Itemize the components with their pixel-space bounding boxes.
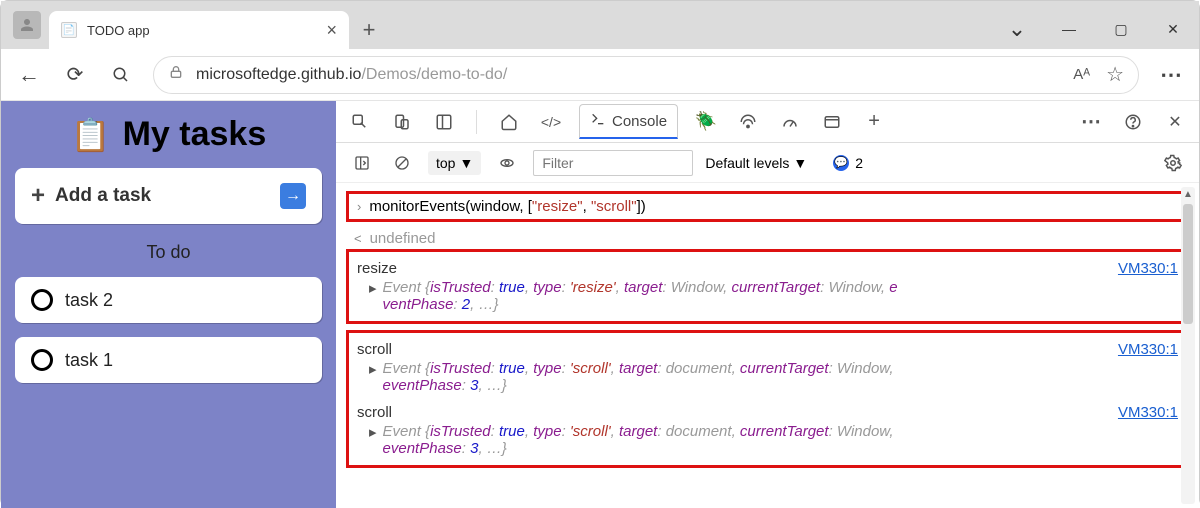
expand-icon[interactable]: ▸ [369,423,377,457]
device-toolbar-button[interactable] [388,108,416,136]
tab-favicon-icon: 📄 [61,22,77,38]
event-name: scroll [357,404,1178,421]
section-todo-label: To do [15,242,322,263]
task-row[interactable]: task 1 [15,337,322,383]
event-row: VM330:1 scroll ▸ Event {isTrusted: true,… [357,341,1178,394]
todo-app: 📋 My tasks + Add a task → To do task 2 t… [1,101,336,508]
event-detail[interactable]: ▸ Event {isTrusted: true, type: 'scroll'… [357,360,1178,394]
highlight-input: › monitorEvents(window, ["resize", "scro… [346,191,1189,222]
reload-button[interactable]: ⟳ [61,61,89,89]
event-detail[interactable]: ▸ Event {isTrusted: true, type: 'scroll'… [357,423,1178,457]
issue-dot-icon: 💬 [833,155,849,171]
url-box[interactable]: microsoftedge.github.io/Demos/demo-to-do… [153,56,1139,94]
expand-icon[interactable]: ▸ [369,279,377,313]
console-input-code: monitorEvents(window, ["resize", "scroll… [369,198,645,215]
tab-title: TODO app [87,23,316,38]
task-label: task 2 [65,290,113,311]
application-tab[interactable] [818,108,846,136]
devtools-panel: </> Console 🪲 + ⋯ ✕ top ▼ [336,101,1199,508]
add-task-submit-button[interactable]: → [280,183,306,209]
task-checkbox[interactable] [31,289,53,311]
console-scrollbar[interactable]: ▲ [1181,187,1195,504]
network-tab[interactable] [734,108,762,136]
maximize-button[interactable]: ▢ [1095,9,1147,49]
devtools-close-button[interactable]: ✕ [1161,108,1189,136]
chevron-down-icon: ▼ [793,155,807,171]
console-sidebar-toggle[interactable] [348,149,376,177]
console-result-row: < undefined [346,228,1189,249]
window-controls: ⌄ — ▢ ✕ [991,9,1199,49]
console-settings-button[interactable] [1159,149,1187,177]
dock-side-button[interactable] [430,108,458,136]
context-selector[interactable]: top ▼ [428,151,481,175]
console-icon [590,111,606,131]
back-button[interactable]: ← [15,61,43,89]
scroll-up-icon[interactable]: ▲ [1183,187,1193,202]
url-text: microsoftedge.github.io/Demos/demo-to-do… [196,66,507,84]
console-output: › monitorEvents(window, ["resize", "scro… [336,183,1199,508]
devtools-help-button[interactable] [1119,108,1147,136]
event-name: resize [357,260,1178,277]
favorite-button[interactable]: ☆ [1106,62,1124,87]
add-plus-icon: + [31,182,45,210]
devtools-tab-strip: </> Console 🪲 + ⋯ ✕ [336,101,1199,143]
more-button[interactable]: ⋯ [1157,61,1185,89]
chevron-down-icon: ▼ [459,155,473,171]
minimize-button[interactable]: — [1043,9,1095,49]
add-task-label: Add a task [55,185,151,207]
lock-icon [168,64,184,85]
profile-avatar[interactable] [13,11,41,39]
welcome-tab[interactable] [495,108,523,136]
issues-indicator[interactable]: 💬 2 [833,155,863,171]
console-tab-label: Console [612,113,667,130]
result-value: undefined [370,230,436,247]
task-row[interactable]: task 2 [15,277,322,323]
main-area: 📋 My tasks + Add a task → To do task 2 t… [1,101,1199,508]
tab-close-button[interactable]: × [326,20,337,41]
highlight-event-scrolls: VM330:1 scroll ▸ Event {isTrusted: true,… [346,330,1189,468]
task-label: task 1 [65,350,113,371]
clear-console-button[interactable] [388,149,416,177]
tabs-dropdown-button[interactable]: ⌄ [991,9,1043,49]
source-link[interactable]: VM330:1 [1118,404,1178,421]
console-tab[interactable]: Console [579,104,678,139]
new-tab-button[interactable]: + [349,11,389,49]
devtools-more-button[interactable]: ⋯ [1077,108,1105,136]
event-name: scroll [357,341,1178,358]
more-tabs-button[interactable]: + [860,108,888,136]
console-filter-input[interactable] [533,150,693,176]
prompt-chevron-icon: › [357,199,361,214]
highlight-event-resize: VM330:1 resize ▸ Event {isTrusted: true,… [346,249,1189,324]
inspect-element-button[interactable] [346,108,374,136]
app-header: 📋 My tasks [15,115,322,154]
window-titlebar: 📄 TODO app × + ⌄ — ▢ ✕ [1,1,1199,49]
add-task-card[interactable]: + Add a task → [15,168,322,224]
log-levels-dropdown[interactable]: Default levels ▼ [705,155,807,171]
expand-icon[interactable]: ▸ [369,360,377,394]
event-row: VM330:1 scroll ▸ Event {isTrusted: true,… [357,404,1178,457]
event-detail[interactable]: ▸ Event {isTrusted: true, type: 'resize'… [357,279,1178,313]
clipboard-icon: 📋 [71,116,111,154]
search-icon[interactable] [107,61,135,89]
source-link[interactable]: VM330:1 [1118,260,1178,277]
elements-tab[interactable]: </> [537,108,565,136]
app-title: My tasks [123,115,267,154]
task-checkbox[interactable] [31,349,53,371]
browser-tab[interactable]: 📄 TODO app × [49,11,349,49]
address-bar: ← ⟳ microsoftedge.github.io/Demos/demo-t… [1,49,1199,101]
performance-tab[interactable] [776,108,804,136]
console-input-row[interactable]: › monitorEvents(window, ["resize", "scro… [357,198,1178,215]
live-expression-button[interactable] [493,149,521,177]
source-link[interactable]: VM330:1 [1118,341,1178,358]
event-row: VM330:1 resize ▸ Event {isTrusted: true,… [357,260,1178,313]
read-aloud-button[interactable]: Aᴬ [1073,66,1090,83]
console-toolbar: top ▼ Default levels ▼ 💬 2 [336,143,1199,183]
result-chevron-icon: < [354,231,362,246]
window-close-button[interactable]: ✕ [1147,9,1199,49]
sources-tab[interactable]: 🪲 [692,108,720,136]
scroll-thumb[interactable] [1183,204,1193,324]
